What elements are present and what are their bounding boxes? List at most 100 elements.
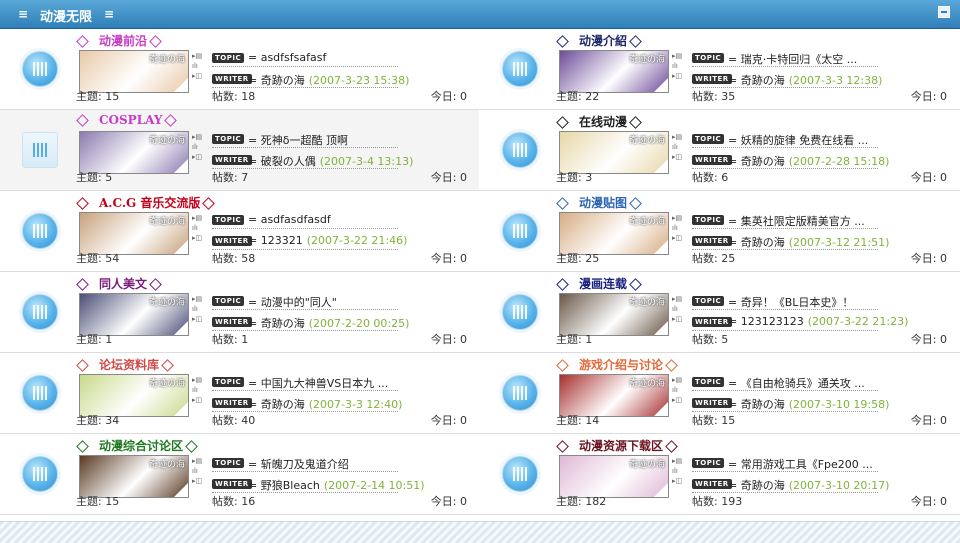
mini-icons: ▸▤ ılı ▸◫ bbox=[672, 133, 683, 161]
last-topic-link[interactable]: = 瑞克·卡特回归《太空 ... bbox=[728, 51, 857, 67]
last-writer-link[interactable]: = 奇跡の海 bbox=[728, 398, 785, 411]
today-value: 0 bbox=[940, 252, 947, 265]
forum-name-link[interactable]: 游戏介绍与讨论 bbox=[556, 356, 685, 373]
last-post-date: (2007-3-12 21:51) bbox=[788, 236, 890, 249]
forum-name[interactable]: 论坛资料库 bbox=[99, 358, 159, 372]
thumbnail-corner bbox=[654, 402, 668, 416]
last-writer-link[interactable]: = 奇跡の海 bbox=[728, 74, 785, 87]
thread-value: 1 bbox=[585, 333, 593, 346]
mini-icons: ▸▤ ılı ▸◫ bbox=[192, 52, 203, 80]
menu-icon[interactable]: ≡ bbox=[18, 7, 28, 21]
forum-name[interactable]: 游戏介绍与讨论 bbox=[579, 358, 663, 372]
today-count: 今日: 0 bbox=[431, 88, 467, 104]
forum-thumbnail[interactable]: 奇迹の海 bbox=[559, 293, 669, 336]
forum-name[interactable]: A.C.G 音乐交流版 bbox=[99, 196, 200, 210]
last-writer-link[interactable]: = 奇跡の海 bbox=[728, 155, 785, 168]
forum-name-link[interactable]: 动漫介紹 bbox=[556, 32, 649, 49]
last-topic-link[interactable]: = 妖精的旋律 免费在线看 ... bbox=[728, 132, 868, 148]
last-topic-link[interactable]: = 死神δ一超酷 顶啊 bbox=[248, 132, 348, 148]
divider bbox=[212, 147, 398, 148]
last-writer-link[interactable]: = 野狼Bleach bbox=[248, 479, 320, 492]
last-writer-link[interactable]: = 123123123 bbox=[728, 315, 804, 328]
thread-label: 主题: bbox=[76, 495, 102, 508]
forum-name-link[interactable]: A.C.G 音乐交流版 bbox=[76, 194, 222, 211]
forum-thumbnail[interactable]: 奇迹の海 bbox=[559, 131, 669, 174]
forum-thumbnail[interactable]: 奇迹の海 bbox=[559, 50, 669, 93]
thread-value: 182 bbox=[585, 495, 607, 508]
forum-name-link[interactable]: 论坛资料库 bbox=[76, 356, 181, 373]
thumbnail-corner bbox=[174, 402, 188, 416]
forum-thumbnail[interactable]: 奇迹の海 bbox=[79, 374, 189, 417]
forum-thumbnail[interactable]: 奇迹の海 bbox=[79, 212, 189, 255]
forum-name-link[interactable]: COSPLAY bbox=[76, 113, 184, 127]
forum-name-link[interactable]: 在线动漫 bbox=[556, 113, 649, 130]
last-post-date: (2007-3-22 21:23) bbox=[807, 315, 909, 328]
last-topic-link[interactable]: = 中国九大神兽VS日本九 ... bbox=[248, 375, 388, 391]
forum-status-icon bbox=[22, 294, 58, 330]
forum-thumbnail[interactable]: 奇迹の海 bbox=[559, 374, 669, 417]
category-title[interactable]: 动漫无限 bbox=[40, 6, 92, 25]
last-writer-link[interactable]: = 奇跡の海 bbox=[728, 479, 785, 492]
thumbnail-corner bbox=[174, 483, 188, 497]
forum-name[interactable]: 动漫介紹 bbox=[579, 34, 627, 48]
writer-badge: WRITER bbox=[692, 74, 732, 84]
forum-item: COSPLAY 奇迹の海 ▸▤ ılı ▸◫ TOPIC = 死神δ一超酷 顶啊 WRITER… bbox=[0, 110, 479, 190]
post-value: 58 bbox=[241, 252, 256, 265]
thread-value: 3 bbox=[585, 171, 593, 184]
last-writer-link[interactable]: = 奇跡の海 bbox=[248, 317, 305, 330]
last-topic-link[interactable]: = 集英社限定版精美官方 ... bbox=[728, 213, 865, 229]
thread-label: 主题: bbox=[76, 414, 102, 427]
last-writer-link[interactable]: = 破裂の人偶 bbox=[248, 155, 316, 168]
post-value: 5 bbox=[721, 333, 729, 346]
diamond-icon bbox=[665, 358, 678, 372]
forum-name[interactable]: 在线动漫 bbox=[579, 115, 627, 129]
forum-status-icon bbox=[22, 213, 58, 249]
last-topic-link[interactable]: = 奇异！《BL日本史》！ bbox=[728, 294, 853, 310]
forum-thumbnail[interactable]: 奇迹の海 bbox=[79, 293, 189, 336]
last-writer-link[interactable]: = 123321 bbox=[248, 234, 303, 247]
last-topic-link[interactable]: = 斩魄刀及鬼道介绍 bbox=[248, 456, 349, 472]
divider bbox=[212, 309, 398, 310]
last-writer: = 破裂の人偶 (2007-3-4 13:13) bbox=[248, 153, 413, 169]
forum-name-link[interactable]: 漫画连载 bbox=[556, 275, 649, 292]
last-writer-link[interactable]: = 奇跡の海 bbox=[728, 236, 785, 249]
last-topic-link[interactable]: = 动漫中的"同人" bbox=[248, 294, 337, 310]
forum-thumbnail[interactable]: 奇迹の海 bbox=[79, 455, 189, 498]
last-writer-link[interactable]: = 奇跡の海 bbox=[248, 74, 305, 87]
diamond-icon bbox=[556, 358, 569, 372]
last-topic-link[interactable]: = 《自由枪骑兵》通关攻 ... bbox=[728, 375, 865, 391]
forum-name-link[interactable]: 动漫资源下载区 bbox=[556, 437, 685, 454]
forum-name[interactable]: 动漫资源下载区 bbox=[579, 439, 663, 453]
forum-thumbnail[interactable]: 奇迹の海 bbox=[559, 455, 669, 498]
today-value: 0 bbox=[940, 90, 947, 103]
forum-name[interactable]: 动漫综合讨论区 bbox=[99, 439, 183, 453]
forum-name-link[interactable]: 动漫贴图 bbox=[556, 194, 649, 211]
last-writer: = 123123123 (2007-3-22 21:23) bbox=[728, 315, 908, 328]
today-count: 今日: 0 bbox=[431, 412, 467, 428]
forum-thumbnail[interactable]: 奇迹の海 bbox=[559, 212, 669, 255]
last-post-date: (2007-2-20 00:25) bbox=[308, 317, 410, 330]
forum-thumbnail[interactable]: 奇迹の海 bbox=[79, 131, 189, 174]
last-writer-link[interactable]: = 奇跡の海 bbox=[248, 398, 305, 411]
forum-name[interactable]: 漫画连载 bbox=[579, 277, 627, 291]
forum-name[interactable]: 动漫前沿 bbox=[99, 34, 147, 48]
forum-name-link[interactable]: 动漫前沿 bbox=[76, 32, 169, 49]
forum-name-link[interactable]: 动漫综合讨论区 bbox=[76, 437, 205, 454]
forum-name[interactable]: COSPLAY bbox=[99, 113, 162, 127]
collapse-icon[interactable] bbox=[938, 6, 950, 18]
forum-name[interactable]: 同人美文 bbox=[99, 277, 147, 291]
last-topic-link[interactable]: = asdfsfsafasf bbox=[248, 51, 326, 64]
last-topic-link[interactable]: = asdfasdfasdf bbox=[248, 213, 331, 226]
forum-thumbnail[interactable]: 奇迹の海 bbox=[79, 50, 189, 93]
last-topic-link[interactable]: = 常用游戏工具《Fpe200 ... bbox=[728, 456, 873, 472]
thumbnail-corner bbox=[654, 159, 668, 173]
thread-label: 主题: bbox=[76, 171, 102, 184]
diamond-icon bbox=[556, 34, 569, 48]
menu-icon[interactable]: ≡ bbox=[104, 7, 114, 21]
divider bbox=[692, 390, 878, 391]
thumbnail-corner bbox=[174, 321, 188, 335]
thread-label: 主题: bbox=[556, 171, 582, 184]
writer-badge: WRITER bbox=[692, 317, 732, 327]
forum-name[interactable]: 动漫贴图 bbox=[579, 196, 627, 210]
forum-name-link[interactable]: 同人美文 bbox=[76, 275, 169, 292]
